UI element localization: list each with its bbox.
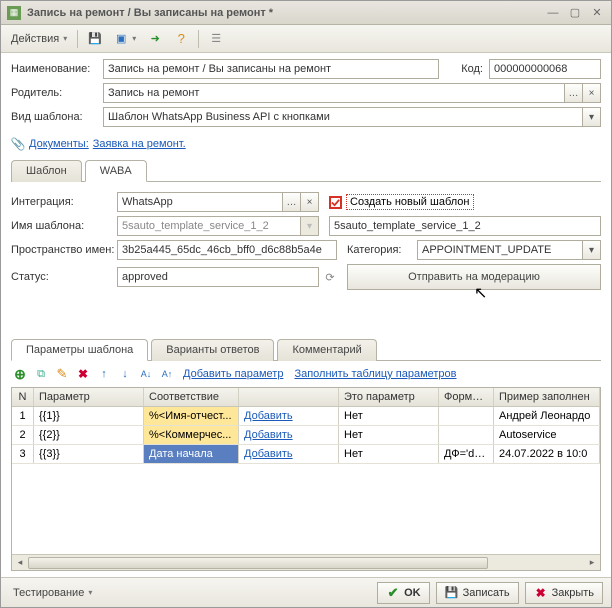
move-down-button[interactable]: ↓ [116, 365, 134, 383]
params-toolbar: ⊕ ⧉ ✎ ✖ ↑ ↓ A↓ A↑ Добавить параметр Запо… [11, 361, 601, 387]
close-window-button[interactable]: ✕ [589, 5, 605, 21]
actions-menu[interactable]: Действия [7, 31, 71, 47]
tmpl-type-field[interactable]: Шаблон WhatsApp Business API с кнопками [103, 107, 583, 127]
documents-link[interactable]: Заявка на ремонт. [93, 138, 186, 150]
clone-row-button[interactable]: ⧉ [32, 365, 50, 383]
sort-desc-button[interactable]: A↑ [158, 365, 176, 383]
category-label: Категория: [347, 244, 417, 256]
col-example[interactable]: Пример заполнен [494, 388, 600, 406]
ok-button[interactable]: ✔OK [377, 582, 430, 604]
window-title: Запись на ремонт / Вы записаны на ремонт… [27, 7, 545, 19]
col-format[interactable]: Формат ... [439, 388, 494, 406]
params-table: N Параметр Соответствие Это параметр Фор… [11, 387, 601, 571]
scroll-right-button[interactable]: ▸ [584, 555, 600, 571]
integration-label: Интеграция: [11, 196, 117, 208]
fill-params-link[interactable]: Заполнить таблицу параметров [294, 368, 456, 380]
integration-field[interactable]: WhatsApp [117, 192, 283, 212]
horizontal-scrollbar[interactable]: ◂ ▸ [12, 554, 600, 570]
documents-prefix-link[interactable]: Документы: [29, 138, 89, 150]
table-row[interactable]: 1 {{1}} %<Имя-отчест... Добавить Нет Анд… [12, 407, 600, 426]
table-empty-area [12, 464, 600, 554]
tmpl-name-field[interactable]: 5sauto_template_service_1_2 [329, 216, 601, 236]
table-header: N Параметр Соответствие Это параметр Фор… [12, 388, 600, 407]
toolbar-list-icon[interactable]: ☰ [205, 30, 227, 48]
namespace-label: Пространство имен: [11, 244, 117, 256]
attachment-icon: 📎 [11, 137, 25, 151]
maximize-button[interactable]: ▢ [567, 5, 583, 21]
check-icon: ✔ [386, 586, 400, 600]
category-dropdown-button[interactable]: ▾ [583, 240, 601, 260]
toolbar-new-icon[interactable]: ▣ [110, 30, 140, 48]
toolbar-go-icon[interactable]: ➜ [144, 30, 166, 48]
create-new-checkbox[interactable] [329, 196, 342, 209]
table-row[interactable]: 3 {{3}} Дата начала Добавить Нет ДФ='dd.… [12, 445, 600, 464]
sort-asc-button[interactable]: A↓ [137, 365, 155, 383]
save-icon: 💾 [445, 586, 459, 600]
tmpl-name-gray-field: 5sauto_template_service_1_2 [117, 216, 301, 236]
toolbar-save-icon[interactable]: 💾 [84, 30, 106, 48]
col-isparam[interactable]: Это параметр [339, 388, 439, 406]
testing-menu[interactable]: Тестирование [9, 585, 96, 601]
category-field[interactable]: APPOINTMENT_UPDATE [417, 240, 583, 260]
delete-row-button[interactable]: ✖ [74, 365, 92, 383]
name-field[interactable]: Запись на ремонт / Вы записаны на ремонт [103, 59, 439, 79]
integration-select-button[interactable]: … [283, 192, 301, 212]
scroll-left-button[interactable]: ◂ [12, 555, 28, 571]
integration-clear-button[interactable]: × [301, 192, 319, 212]
col-param[interactable]: Параметр [34, 388, 144, 406]
add-param-link[interactable]: Добавить параметр [183, 368, 283, 380]
parent-clear-button[interactable]: × [583, 83, 601, 103]
tab-waba[interactable]: WABA [85, 160, 147, 182]
tmpl-name-label: Имя шаблона: [11, 220, 117, 232]
code-label: Код: [447, 63, 483, 75]
status-label: Статус: [11, 271, 117, 283]
add-row-button[interactable]: ⊕ [11, 365, 29, 383]
move-up-button[interactable]: ↑ [95, 365, 113, 383]
bottom-bar: Тестирование ✔OK 💾Записать ✖Закрыть [1, 577, 611, 607]
parent-label: Родитель: [11, 87, 103, 99]
namespace-field[interactable]: 3b25a445_65dc_46cb_bff0_d6c88b5a4e [117, 240, 337, 260]
scroll-thumb[interactable] [28, 557, 488, 569]
tmpl-type-dropdown-button[interactable]: ▾ [583, 107, 601, 127]
code-field[interactable]: 000000000068 [489, 59, 601, 79]
app-icon: ▦ [7, 6, 21, 20]
create-new-label: Создать новый шаблон [346, 194, 474, 210]
toolbar-help-icon[interactable]: ? [170, 30, 192, 48]
tab-comment[interactable]: Комментарий [277, 339, 376, 361]
titlebar: ▦ Запись на ремонт / Вы записаны на ремо… [1, 1, 611, 25]
minimize-button[interactable]: — [545, 5, 561, 21]
col-action[interactable] [239, 388, 339, 406]
tmpl-type-label: Вид шаблона: [11, 111, 103, 123]
col-n[interactable]: N [12, 388, 34, 406]
close-icon: ✖ [534, 586, 548, 600]
table-row[interactable]: 2 {{2}} %<Коммерчес... Добавить Нет Auto… [12, 426, 600, 445]
parent-select-button[interactable]: … [565, 83, 583, 103]
cursor-icon: ↖ [474, 283, 487, 303]
edit-row-button[interactable]: ✎ [53, 365, 71, 383]
name-label: Наименование: [11, 63, 103, 75]
main-toolbar: Действия 💾 ▣ ➜ ? ☰ [1, 25, 611, 53]
tab-parameters[interactable]: Параметры шаблона [11, 339, 148, 361]
save-button[interactable]: 💾Записать [436, 582, 519, 604]
params-tabs: Параметры шаблона Варианты ответов Комме… [11, 338, 601, 361]
refresh-status-icon[interactable]: ⟳ [323, 270, 337, 284]
main-tabs: Шаблон WABA [11, 159, 601, 182]
status-field: approved [117, 267, 319, 287]
send-moderation-button[interactable]: Отправить на модерацию ↖ [347, 264, 601, 290]
col-match[interactable]: Соответствие [144, 388, 239, 406]
parent-field[interactable]: Запись на ремонт [103, 83, 565, 103]
close-button[interactable]: ✖Закрыть [525, 582, 603, 604]
tab-answers[interactable]: Варианты ответов [151, 339, 274, 361]
tab-template[interactable]: Шаблон [11, 160, 82, 182]
tmpl-name-dropdown-button[interactable]: ▾ [301, 216, 319, 236]
